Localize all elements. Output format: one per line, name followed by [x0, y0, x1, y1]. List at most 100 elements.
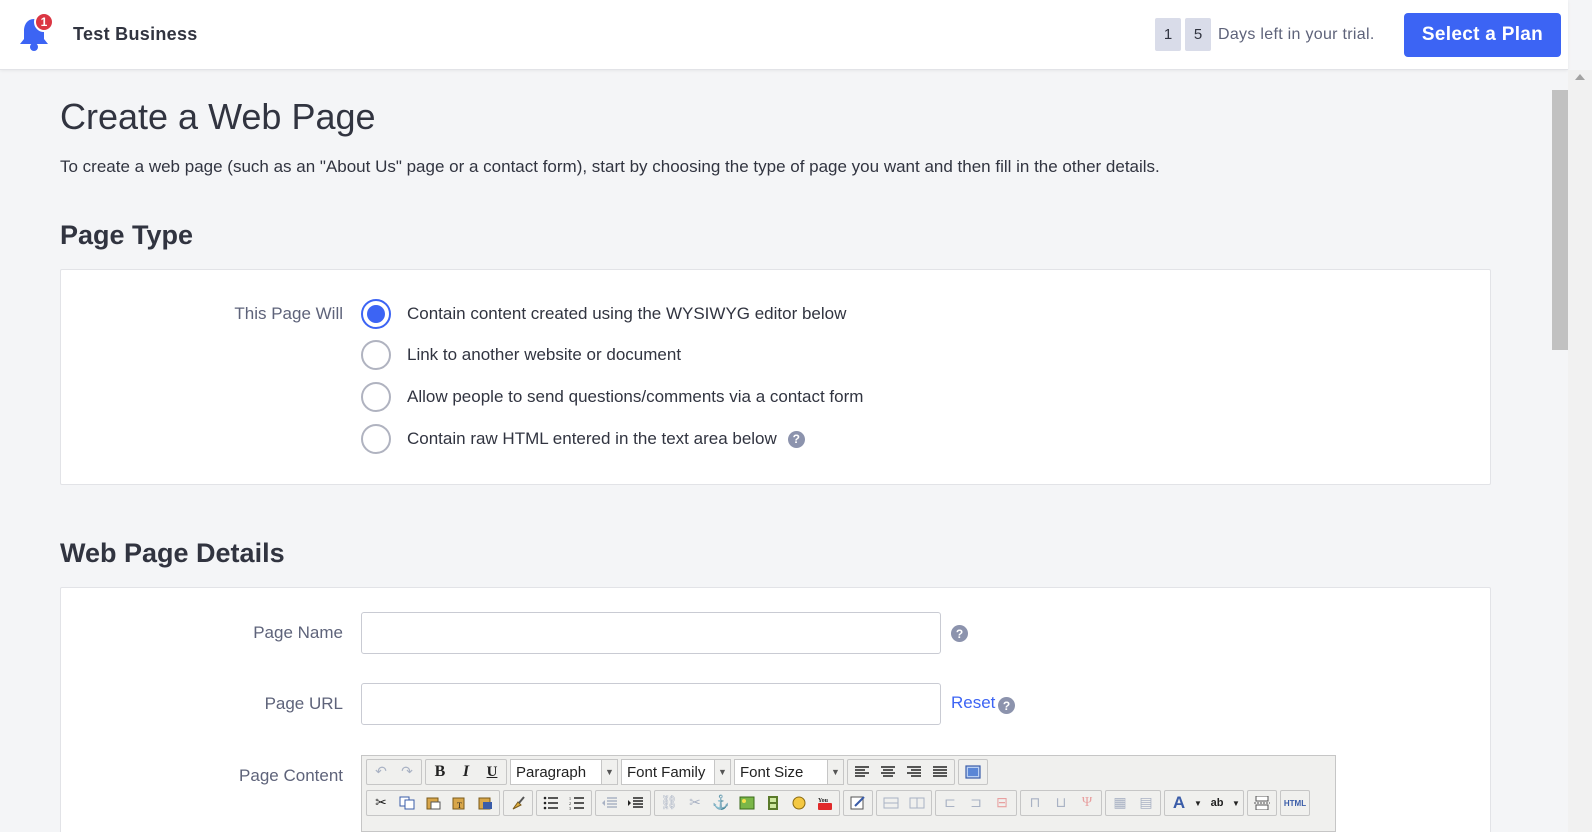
- unlink-icon[interactable]: ✂: [682, 791, 708, 815]
- italic-button[interactable]: I: [453, 760, 479, 784]
- cleanup-brush-icon[interactable]: [505, 791, 531, 815]
- chevron-down-icon[interactable]: ▼: [1230, 791, 1242, 815]
- link-icon[interactable]: ⛓: [656, 791, 682, 815]
- radio-wysiwyg[interactable]: [361, 299, 391, 329]
- anchor-icon[interactable]: ⚓: [708, 791, 734, 815]
- page-break-icon[interactable]: [1249, 791, 1275, 815]
- misc-group: [1247, 790, 1277, 816]
- radio-contact-form[interactable]: [361, 382, 391, 412]
- radio-link[interactable]: [361, 340, 391, 370]
- radio-raw-html[interactable]: [361, 424, 391, 454]
- clipboard-group: ✂ T: [366, 790, 500, 816]
- top-bar: 1 Test Business 1 5 Days left in your tr…: [0, 0, 1568, 70]
- radio-label[interactable]: Allow people to send questions/comments …: [407, 387, 863, 407]
- page-url-input[interactable]: [361, 683, 941, 725]
- copy-icon[interactable]: [394, 791, 420, 815]
- chevron-down-icon[interactable]: ▼: [1192, 791, 1204, 815]
- insert-row-after-icon[interactable]: ⊐: [963, 791, 989, 815]
- insert-col-before-icon[interactable]: ⊓: [1022, 791, 1048, 815]
- table-group-1: [876, 790, 932, 816]
- edit-group: [843, 790, 873, 816]
- radio-label[interactable]: Contain raw HTML entered in the text are…: [407, 429, 777, 449]
- underline-button[interactable]: U: [479, 760, 505, 784]
- spellcheck-icon[interactable]: ab: [1204, 791, 1230, 815]
- chevron-down-icon: ▼: [601, 760, 617, 784]
- svg-text:3: 3: [569, 806, 571, 810]
- align-left-icon[interactable]: [849, 760, 875, 784]
- html-source-button[interactable]: HTML: [1282, 791, 1308, 815]
- table-cell-icon[interactable]: [904, 791, 930, 815]
- insert-row-before-icon[interactable]: ⊏: [937, 791, 963, 815]
- fullscreen-group: [958, 759, 988, 785]
- page-content-label: Page Content: [239, 766, 343, 785]
- cleanup-group: [503, 790, 533, 816]
- paste-word-icon[interactable]: [472, 791, 498, 815]
- delete-col-icon[interactable]: Ψ: [1074, 791, 1100, 815]
- redo-icon[interactable]: ↷: [394, 760, 420, 784]
- scrollbar-thumb[interactable]: [1552, 90, 1568, 350]
- color-group: A ▼ ab ▼: [1164, 790, 1244, 816]
- page-title: Create a Web Page: [60, 96, 376, 137]
- bullet-list-icon[interactable]: [538, 791, 564, 815]
- outdent-icon[interactable]: [597, 791, 623, 815]
- page-type-option-link[interactable]: Link to another website or document: [361, 340, 681, 370]
- table-group-4: ▦ ▤: [1105, 790, 1161, 816]
- table-group-3: ⊓ ⊔ Ψ: [1020, 790, 1102, 816]
- insert-col-after-icon[interactable]: ⊔: [1048, 791, 1074, 815]
- page-type-heading: Page Type: [60, 220, 194, 250]
- trial-digit: 1: [1155, 18, 1181, 51]
- youtube-icon[interactable]: You: [812, 791, 838, 815]
- store-name[interactable]: Test Business: [73, 24, 198, 45]
- page-name-input[interactable]: [361, 612, 941, 654]
- edit-icon[interactable]: [845, 791, 871, 815]
- emoticons-icon[interactable]: [786, 791, 812, 815]
- align-right-icon[interactable]: [901, 760, 927, 784]
- page-type-option-raw-html[interactable]: Contain raw HTML entered in the text are…: [361, 424, 805, 454]
- reset-link[interactable]: Reset: [951, 693, 995, 713]
- fullscreen-icon[interactable]: [960, 760, 986, 784]
- page-type-option-contact-form[interactable]: Allow people to send questions/comments …: [361, 382, 863, 412]
- history-group: ↶ ↷: [366, 759, 422, 785]
- wysiwyg-editor[interactable]: ↶ ↷ B I U Paragraph ▼ Font Family ▼ Font…: [361, 755, 1336, 832]
- scroll-up-icon[interactable]: [1575, 74, 1585, 80]
- trial-text: Days left in your trial.: [1218, 25, 1375, 43]
- table-row-icon[interactable]: [878, 791, 904, 815]
- bold-button[interactable]: B: [427, 760, 453, 784]
- merge-cells-icon[interactable]: ▤: [1133, 791, 1159, 815]
- align-group: [847, 759, 955, 785]
- radio-label[interactable]: Link to another website or document: [407, 345, 681, 365]
- text-color-icon[interactable]: A: [1166, 791, 1192, 815]
- cut-icon[interactable]: ✂: [368, 791, 394, 815]
- svg-text:T: T: [457, 801, 462, 810]
- media-icon[interactable]: [760, 791, 786, 815]
- help-icon[interactable]: ?: [951, 625, 968, 642]
- numbered-list-icon[interactable]: 123: [564, 791, 590, 815]
- indent-icon[interactable]: [623, 791, 649, 815]
- help-icon[interactable]: ?: [998, 697, 1015, 714]
- align-justify-icon[interactable]: [927, 760, 953, 784]
- split-cells-icon[interactable]: ▦: [1107, 791, 1133, 815]
- undo-icon[interactable]: ↶: [368, 760, 394, 784]
- paste-icon[interactable]: [420, 791, 446, 815]
- link-group: ⛓ ✂ ⚓ You: [654, 790, 840, 816]
- help-icon[interactable]: ?: [787, 430, 805, 448]
- chevron-down-icon: ▼: [827, 760, 843, 784]
- delete-row-icon[interactable]: ⊟: [989, 791, 1015, 815]
- page-description: To create a web page (such as an "About …: [60, 157, 1160, 176]
- text-style-group: B I U: [425, 759, 507, 785]
- align-center-icon[interactable]: [875, 760, 901, 784]
- chevron-down-icon: ▼: [714, 760, 730, 784]
- select-plan-button[interactable]: Select a Plan: [1404, 13, 1561, 57]
- font-family-select-value: Font Family: [627, 763, 706, 781]
- format-select[interactable]: Paragraph ▼: [510, 759, 618, 785]
- font-family-select[interactable]: Font Family ▼: [621, 759, 731, 785]
- page-type-option-wysiwyg[interactable]: Contain content created using the WYSIWY…: [361, 299, 846, 329]
- notification-badge: 1: [34, 12, 54, 32]
- radio-label[interactable]: Contain content created using the WYSIWY…: [407, 304, 846, 324]
- paste-text-icon[interactable]: T: [446, 791, 472, 815]
- web-page-details-heading: Web Page Details: [60, 538, 285, 568]
- image-icon[interactable]: [734, 791, 760, 815]
- font-size-select[interactable]: Font Size ▼: [734, 759, 844, 785]
- format-select-value: Paragraph: [516, 763, 587, 781]
- scrollbar-track[interactable]: [1568, 70, 1592, 832]
